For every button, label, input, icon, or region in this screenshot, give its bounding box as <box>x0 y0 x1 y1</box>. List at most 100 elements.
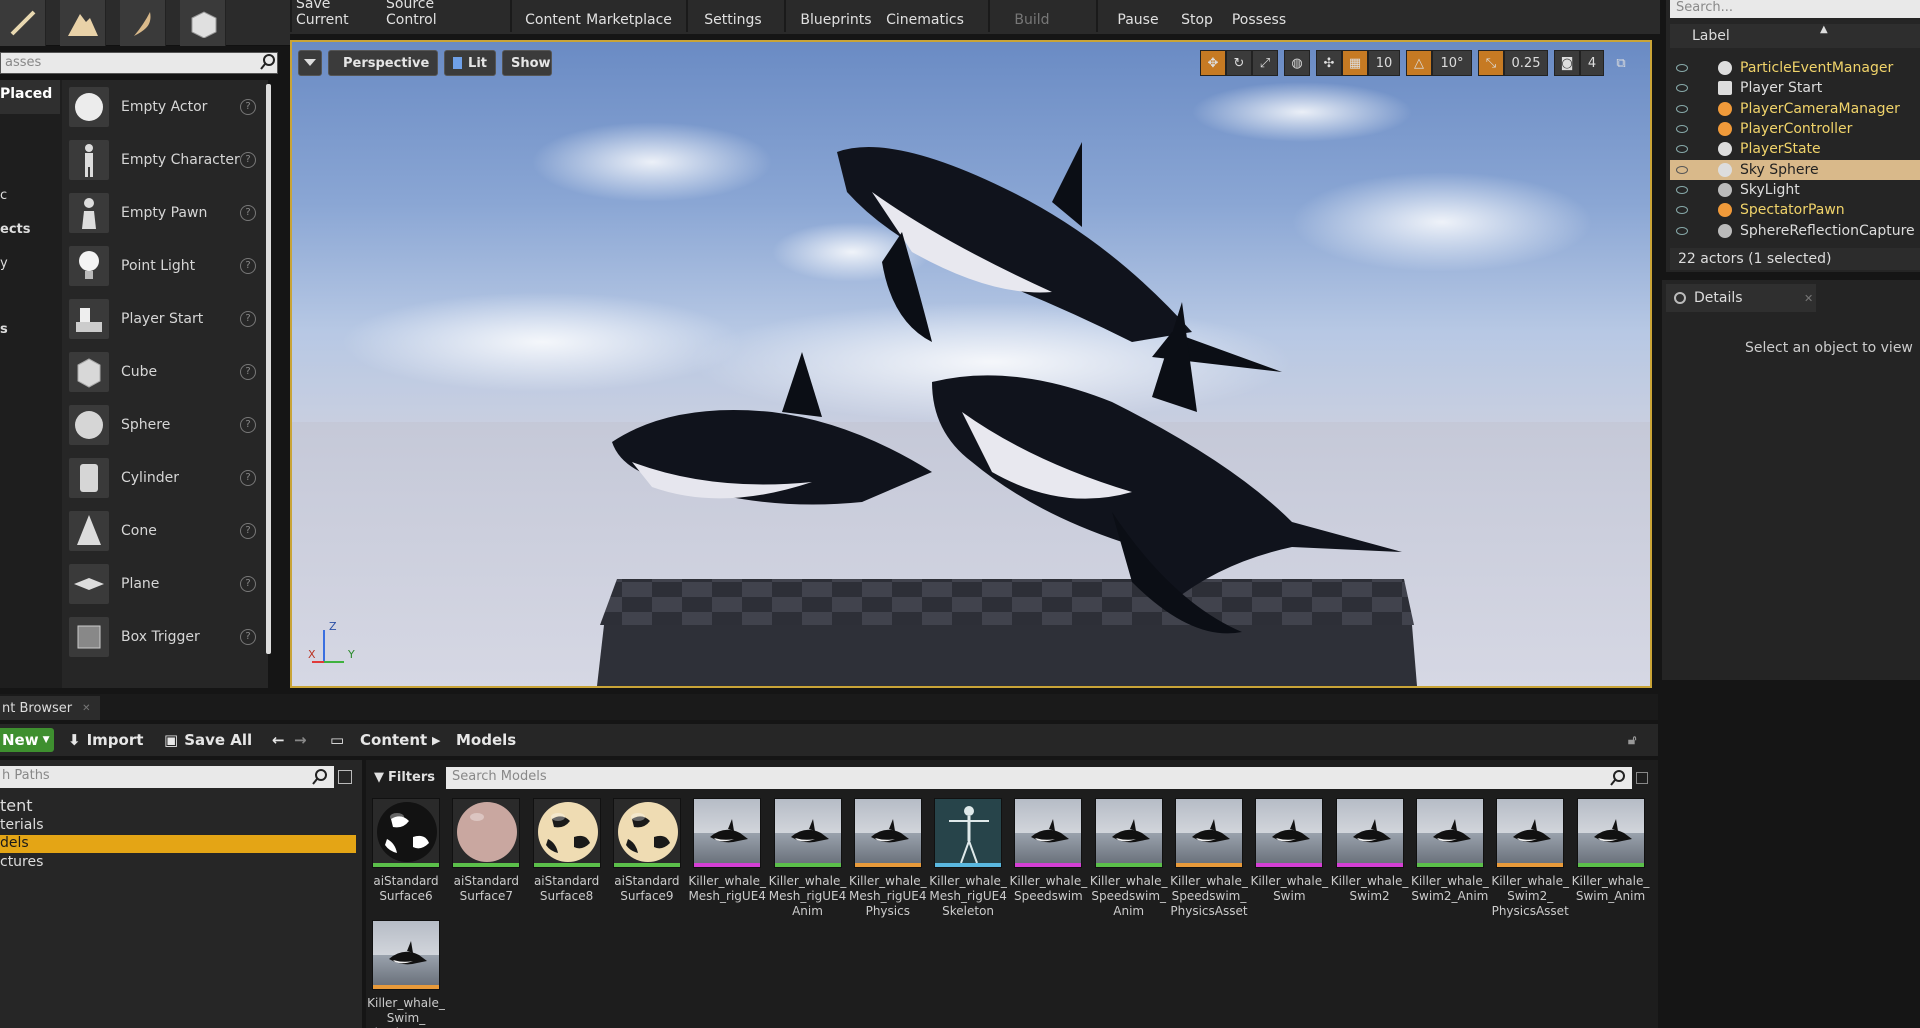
content-browser-tab[interactable]: nt Browser ✕ <box>0 696 100 720</box>
help-icon[interactable]: ? <box>240 522 256 539</box>
rotation-snap-value[interactable]: 10° <box>1432 50 1472 76</box>
asset-search-input[interactable]: Search Models <box>446 767 1632 789</box>
category-placed[interactable]: Placed <box>0 80 60 114</box>
place-item-cylinder[interactable]: Cylinder ? <box>62 451 268 504</box>
category-item[interactable]: c <box>0 188 7 203</box>
rotate-tool-icon[interactable]: ↻ <box>1226 50 1252 76</box>
visibility-eye-icon[interactable] <box>1676 166 1688 174</box>
help-icon[interactable]: ? <box>240 310 256 327</box>
scale-tool-icon[interactable]: ⤢ <box>1252 50 1278 76</box>
outliner-row[interactable]: SphereReflectionCapture <box>1670 221 1920 241</box>
asset-tile[interactable]: Killer_whale_ Speedswim_ Anim <box>1090 798 1168 919</box>
help-icon[interactable]: ? <box>240 204 256 221</box>
category-item[interactable]: ects <box>0 222 30 237</box>
asset-tile[interactable]: Killer_whale_ Swim2 <box>1331 798 1408 904</box>
outliner-row[interactable]: PlayerState <box>1670 139 1920 159</box>
view-options-icon[interactable] <box>338 770 352 784</box>
outliner-row-selected[interactable]: Sky Sphere <box>1670 160 1920 180</box>
visibility-eye-icon[interactable] <box>1676 206 1688 214</box>
tree-item-models-selected[interactable]: dels <box>0 835 356 853</box>
forward-arrow-icon[interactable]: → <box>294 724 307 756</box>
help-icon[interactable]: ? <box>240 575 256 592</box>
asset-tile[interactable]: Killer_whale_ Swim_Anim <box>1572 798 1649 904</box>
asset-tile[interactable]: Killer_whale_ Speedswim <box>1010 798 1087 904</box>
asset-tile[interactable]: Killer_whale_ Swim2_ PhysicsAsset <box>1491 798 1569 919</box>
outliner-row[interactable]: PlayerController <box>1670 119 1920 139</box>
help-icon[interactable]: ? <box>240 98 256 115</box>
tree-item-content[interactable]: tent <box>0 796 33 815</box>
outliner-row[interactable]: Player Start <box>1670 78 1920 98</box>
outliner-row[interactable]: SkyLight <box>1670 180 1920 200</box>
pause-button[interactable]: Pause <box>1108 0 1168 34</box>
asset-tile[interactable]: Killer_whale_ Swim_ PhysicsAsset <box>367 920 445 1028</box>
place-item-plane[interactable]: Plane ? <box>62 557 268 610</box>
place-item-cone[interactable]: Cone ? <box>62 504 268 557</box>
content-button[interactable]: Content <box>522 0 584 34</box>
visibility-eye-icon[interactable] <box>1676 125 1688 133</box>
place-item-empty-character[interactable]: Empty Character ? <box>62 133 268 186</box>
grid-snap-value[interactable]: 10 <box>1368 50 1400 76</box>
scale-snap-icon[interactable]: ⤡ <box>1478 50 1504 76</box>
asset-tile[interactable]: Killer_whale_ Swim <box>1250 798 1328 904</box>
maximize-viewport-icon[interactable]: ⧉ <box>1610 50 1632 76</box>
translate-tool-icon[interactable]: ✥ <box>1200 50 1226 76</box>
geometry-mode-icon[interactable] <box>180 0 226 46</box>
breadcrumb-content[interactable]: Content <box>360 724 427 756</box>
outliner-row[interactable]: SpectatorPawn <box>1670 200 1920 220</box>
place-item-player-start[interactable]: Player Start ? <box>62 292 268 345</box>
place-item-empty-pawn[interactable]: Empty Pawn ? <box>62 186 268 239</box>
place-item-point-light[interactable]: Point Light ? <box>62 239 268 292</box>
scale-snap-value[interactable]: 0.25 <box>1504 50 1548 76</box>
outliner-search-input[interactable]: Search... <box>1670 0 1920 18</box>
place-item-box-trigger[interactable]: Box Trigger ? <box>62 610 268 663</box>
world-space-icon[interactable]: ◍ <box>1284 50 1310 76</box>
asset-tile[interactable]: Killer_whale_ Mesh_rigUE4 Anim <box>769 798 846 919</box>
details-tab[interactable]: Details ✕ <box>1666 284 1816 312</box>
class-search-input[interactable]: asses <box>0 52 278 74</box>
place-item-empty-actor[interactable]: Empty Actor ? <box>62 80 268 133</box>
viewport-options-button[interactable] <box>298 50 322 76</box>
source-control-button[interactable]: Source Control <box>386 0 486 34</box>
camera-speed-value[interactable]: 4 <box>1580 50 1604 76</box>
filters-button[interactable]: ▼ Filters <box>366 766 440 788</box>
level-viewport[interactable]: Perspective Lit Show ✥ ↻ ⤢ ◍ ✣ ▦ 10 △ 10… <box>290 40 1652 688</box>
place-list-scrollbar[interactable] <box>266 84 271 654</box>
visibility-eye-icon[interactable] <box>1676 105 1688 113</box>
import-button[interactable]: ⬇ Import <box>68 724 143 756</box>
asset-tile[interactable]: aiStandard Surface9 <box>612 798 683 904</box>
breadcrumb-models[interactable]: Models <box>456 724 516 756</box>
tree-item-textures[interactable]: ctures <box>0 854 43 870</box>
asset-tile[interactable]: Killer_whale_ Mesh_rigUE4 Physics <box>849 798 927 919</box>
tree-item-materials[interactable]: terials <box>0 817 44 833</box>
surface-snap-icon[interactable]: ✣ <box>1316 50 1342 76</box>
settings-button[interactable]: Settings <box>698 0 768 34</box>
blueprints-button[interactable]: Blueprints <box>796 0 876 34</box>
asset-tile[interactable]: Killer_whale_ Mesh_rigUE4 Skeleton <box>929 798 1007 919</box>
cinematics-button[interactable]: Cinematics <box>880 0 970 34</box>
save-search-icon[interactable] <box>1636 772 1648 784</box>
grid-snap-icon[interactable]: ▦ <box>1342 50 1368 76</box>
landscape-mode-icon[interactable] <box>60 0 106 46</box>
asset-tile[interactable]: Killer_whale_ Speedswim_ PhysicsAsset <box>1170 798 1248 919</box>
help-icon[interactable]: ? <box>240 257 256 274</box>
stop-button[interactable]: Stop <box>1172 0 1222 34</box>
add-new-button[interactable]: New ▼ <box>0 728 54 752</box>
help-icon[interactable]: ? <box>240 416 256 433</box>
visibility-eye-icon[interactable] <box>1676 186 1688 194</box>
perspective-button[interactable]: Perspective <box>328 50 438 76</box>
paths-search-input[interactable]: h Paths <box>0 766 334 788</box>
marketplace-button[interactable]: Marketplace <box>586 0 672 34</box>
asset-tile[interactable]: Killer_whale_ Mesh_rigUE4 <box>688 798 766 904</box>
camera-speed-icon[interactable]: ◙ <box>1554 50 1580 76</box>
rotation-snap-icon[interactable]: △ <box>1406 50 1432 76</box>
category-item[interactable]: s <box>0 322 8 337</box>
lit-button[interactable]: Lit <box>444 50 496 76</box>
asset-tile[interactable]: aiStandard Surface7 <box>452 798 522 904</box>
back-arrow-icon[interactable]: ← <box>272 724 285 756</box>
help-icon[interactable]: ? <box>240 363 256 380</box>
visibility-eye-icon[interactable] <box>1676 227 1688 235</box>
visibility-eye-icon[interactable] <box>1676 64 1688 72</box>
paint-mode-icon[interactable] <box>0 0 46 46</box>
close-icon[interactable]: ✕ <box>82 703 90 714</box>
outliner-column-header[interactable]: Label ▲ <box>1670 24 1920 48</box>
